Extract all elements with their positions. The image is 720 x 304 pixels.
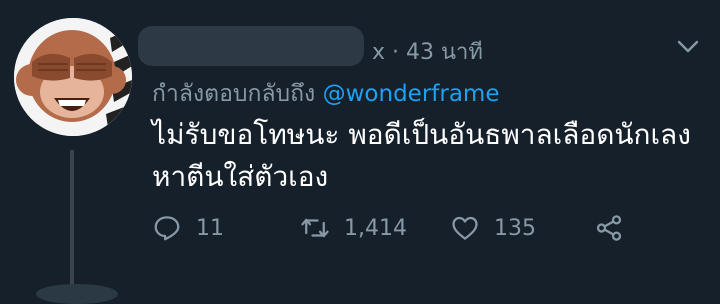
- like-button[interactable]: 135: [450, 206, 536, 250]
- redacted-username: [138, 26, 364, 66]
- retweet-button[interactable]: 1,414: [300, 206, 407, 250]
- tweet-actions: 11 1,414 135: [152, 206, 672, 250]
- reply-count: 11: [196, 215, 224, 241]
- tweet-text-line-1: ไม่รับขอโทษนะ พอดีเป็นอันธพาลเลือดนักเลง: [152, 118, 691, 151]
- avatar[interactable]: [14, 18, 132, 136]
- share-button[interactable]: [594, 206, 638, 250]
- reply-mention-link[interactable]: @wonderframe: [323, 81, 500, 107]
- tweet[interactable]: x · 43 นาที กำลังตอบกลับถึง @wonderframe…: [0, 0, 720, 304]
- tweet-text-line-2: หาตีนใส่ตัวเอง: [152, 160, 329, 193]
- retweet-count: 1,414: [344, 215, 407, 241]
- share-icon: [596, 215, 622, 241]
- reply-button[interactable]: 11: [152, 206, 224, 250]
- next-tweet-avatar[interactable]: [36, 284, 118, 304]
- avatar-column: [14, 18, 132, 300]
- replying-to: กำลังตอบกลับถึง @wonderframe: [152, 76, 499, 112]
- tweet-text: ไม่รับขอโทษนะ พอดีเป็นอันธพาลเลือดนักเลง…: [152, 114, 712, 198]
- tweet-header: x · 43 นาที: [138, 26, 712, 66]
- handle-and-time[interactable]: x · 43 นาที: [372, 34, 483, 69]
- monkey-avatar-icon: [14, 18, 132, 136]
- retweet-icon: [301, 218, 329, 238]
- like-icon: [452, 216, 478, 240]
- reply-prefix: กำลังตอบกลับถึง: [152, 81, 316, 107]
- thread-line: [70, 150, 74, 300]
- chevron-down-icon[interactable]: [676, 34, 700, 58]
- reply-icon: [154, 216, 180, 241]
- like-count: 135: [494, 215, 536, 241]
